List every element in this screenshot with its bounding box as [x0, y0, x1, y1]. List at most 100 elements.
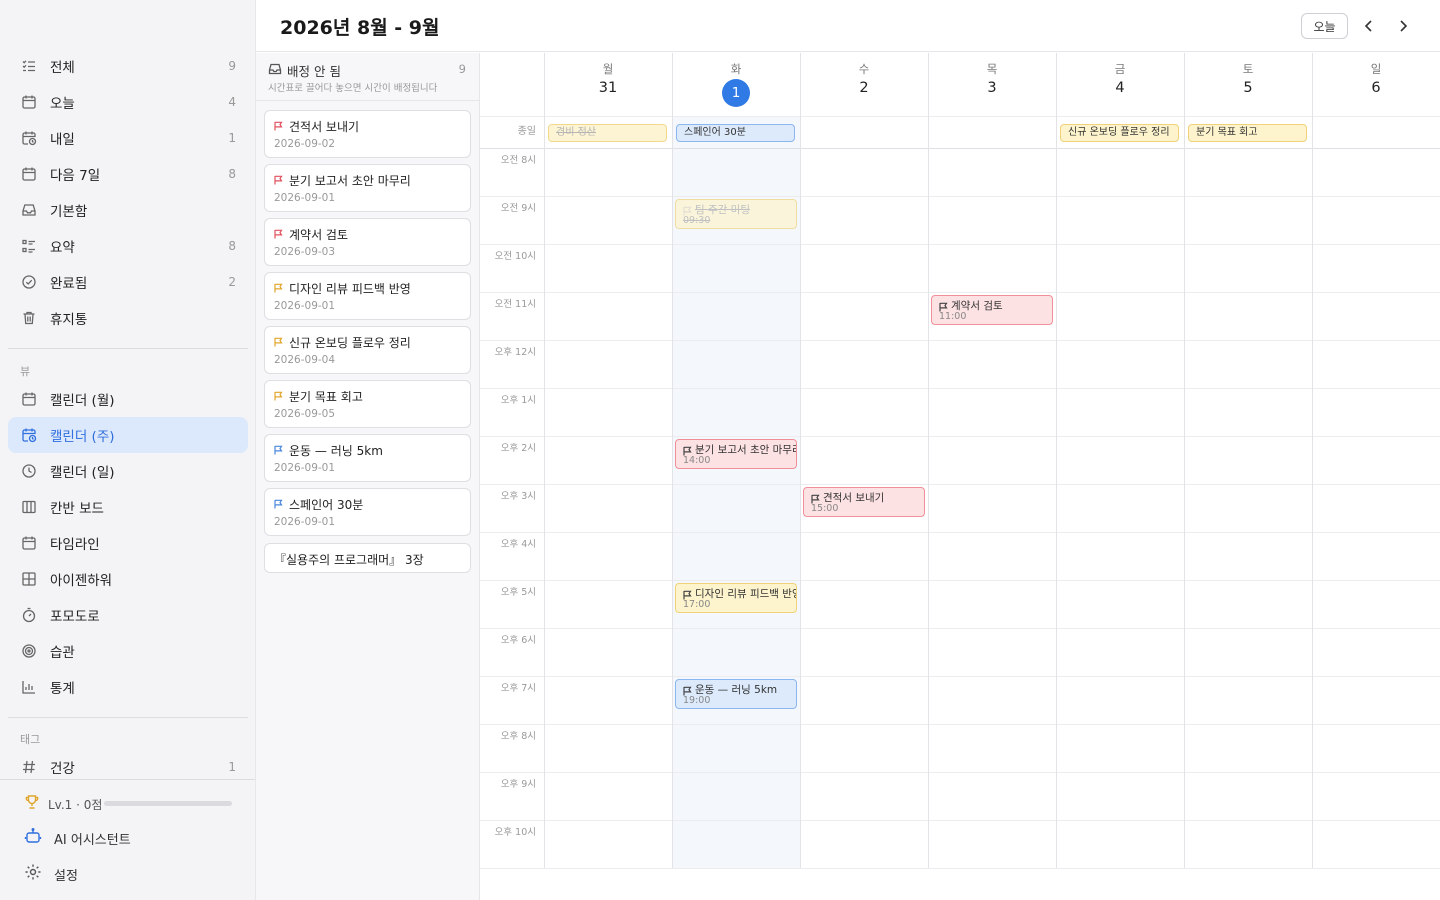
- sidebar-item-inbox[interactable]: 기본함: [8, 192, 248, 228]
- sidebar-item-pomodoro[interactable]: 포모도로: [8, 597, 248, 633]
- prev-week-button[interactable]: [1359, 16, 1379, 36]
- task-due-date: 2026-09-01: [274, 516, 336, 528]
- hour-line: [480, 340, 1440, 341]
- sidebar-item-count: 9: [228, 59, 236, 73]
- unscheduled-task[interactable]: 분기 보고서 초안 마무리 2026-09-01: [264, 164, 471, 212]
- sidebar-item-calendar-month[interactable]: 캘린더 (월): [8, 381, 248, 417]
- unscheduled-hint: 시간표로 끌어다 놓으면 시간이 배정됩니다: [268, 83, 438, 94]
- hour-line: [480, 868, 1440, 869]
- unscheduled-count: 9: [458, 62, 466, 76]
- ai-assistant-button[interactable]: AI 어시스턴트: [24, 826, 131, 850]
- level-label: Lv.1 · 0점: [48, 797, 103, 812]
- sidebar-footer: Lv.1 · 0점 AI 어시스턴트 설정: [0, 779, 255, 900]
- flag-icon: [274, 282, 283, 297]
- sidebar-item-label: 기본함: [50, 204, 88, 220]
- sidebar-item-trash[interactable]: 휴지통: [8, 300, 248, 336]
- day-header[interactable]: 목3: [928, 53, 1056, 116]
- next-week-button[interactable]: [1393, 16, 1413, 36]
- sidebar-item-kanban-board[interactable]: 칸반 보드: [8, 489, 248, 525]
- unscheduled-header: 배정 안 됨 9 시간표로 끌어다 놓으면 시간이 배정됩니다: [256, 53, 479, 101]
- day-number: 31: [598, 80, 618, 96]
- sidebar-item-summary[interactable]: 요약 8: [8, 228, 248, 264]
- task-title: 견적서 보내기: [289, 120, 360, 134]
- sidebar-item-tomorrow[interactable]: 내일 1: [8, 120, 248, 156]
- day-header[interactable]: 금4: [1056, 53, 1184, 116]
- calendar-event[interactable]: 디자인 리뷰 피드백 반영 17:00: [675, 583, 797, 613]
- views-section-label: 뷰: [20, 365, 31, 378]
- sidebar-item-label: 습관: [50, 645, 75, 661]
- day-header[interactable]: 수2: [800, 53, 928, 116]
- sidebar-item-count: 8: [228, 239, 236, 253]
- day-header[interactable]: 화1: [672, 53, 800, 116]
- unscheduled-task[interactable]: 『실용주의 프로그래머』 3장: [264, 543, 471, 573]
- unscheduled-task[interactable]: 분기 목표 회고 2026-09-05: [264, 380, 471, 428]
- day-header[interactable]: 토5: [1184, 53, 1312, 116]
- day-of-week: 토: [1242, 62, 1254, 76]
- calendar-event[interactable]: 견적서 보내기 15:00: [803, 487, 925, 517]
- task-due-date: 2026-09-01: [274, 300, 336, 312]
- unscheduled-task[interactable]: 운동 — 러닝 5km 2026-09-01: [264, 434, 471, 482]
- sidebar-item-label: 칸반 보드: [50, 501, 104, 517]
- settings-button[interactable]: 설정: [24, 862, 78, 886]
- sidebar-item-calendar-week[interactable]: 캘린더 (주): [8, 417, 248, 453]
- hour-line: [480, 580, 1440, 581]
- sidebar-item-label: 다음 7일: [50, 168, 101, 184]
- bar-chart-icon: [20, 678, 38, 696]
- time-label: 오후 6시: [500, 635, 536, 646]
- allday-event[interactable]: 분기 목표 회고: [1188, 124, 1307, 142]
- day-number: 3: [987, 80, 997, 96]
- unscheduled-task[interactable]: 스페인어 30분 2026-09-01: [264, 488, 471, 536]
- unscheduled-task[interactable]: 신규 온보딩 플로우 정리 2026-09-04: [264, 326, 471, 374]
- calendar-event[interactable]: 팀 주간 미팅 09:30: [675, 199, 797, 229]
- hour-line: [480, 724, 1440, 725]
- allday-event[interactable]: 스페인어 30분: [676, 124, 795, 142]
- timer-icon: [20, 606, 38, 624]
- sidebar-item-count: 2: [228, 275, 236, 289]
- sidebar-item-label: 아이젠하워: [50, 573, 113, 589]
- flag-icon: [274, 228, 283, 243]
- hash-icon: [20, 758, 38, 776]
- sidebar-item-calendar-day[interactable]: 캘린더 (일): [8, 453, 248, 489]
- sidebar-item-all[interactable]: 전체 9: [8, 48, 248, 84]
- unscheduled-task[interactable]: 디자인 리뷰 피드백 반영 2026-09-01: [264, 272, 471, 320]
- hour-line: [480, 820, 1440, 821]
- sidebar-item-statistics[interactable]: 통계: [8, 669, 248, 705]
- level-indicator[interactable]: Lv.1 · 0점: [24, 794, 102, 814]
- unscheduled-task[interactable]: 견적서 보내기 2026-09-02: [264, 110, 471, 158]
- time-label: 오전 11시: [494, 299, 536, 310]
- time-label: 오후 3시: [500, 491, 536, 502]
- day-number: 5: [1243, 80, 1253, 96]
- day-header[interactable]: 일6: [1312, 53, 1440, 116]
- calendar-event[interactable]: 계약서 검토 11:00: [931, 295, 1053, 325]
- sidebar-item-next-7-days[interactable]: 다음 7일 8: [8, 156, 248, 192]
- sidebar-item-label: 오늘: [50, 96, 75, 112]
- sidebar-item-label: 통계: [50, 681, 75, 697]
- event-time: 11:00: [939, 311, 967, 322]
- time-label: 오후 9시: [500, 779, 536, 790]
- sidebar-item-count: 8: [228, 167, 236, 181]
- sidebar-item-today[interactable]: 오늘 4: [8, 84, 248, 120]
- allday-event[interactable]: 경비 정산: [548, 124, 667, 142]
- task-title: 『실용주의 프로그래머』 3장: [274, 553, 424, 567]
- day-header[interactable]: 월 31: [544, 53, 672, 116]
- timeline-icon: [20, 534, 38, 552]
- time-label: 오전 10시: [494, 251, 536, 262]
- sidebar-item-count: 4: [228, 95, 236, 109]
- level-progress-bar: [104, 801, 232, 806]
- sidebar-item-habits[interactable]: 습관: [8, 633, 248, 669]
- sidebar-item-eisenhower[interactable]: 아이젠하워: [8, 561, 248, 597]
- unscheduled-task[interactable]: 계약서 검토 2026-09-03: [264, 218, 471, 266]
- event-time: 15:00: [811, 503, 839, 514]
- sidebar-item-label: 포모도로: [50, 609, 100, 625]
- list-check-icon: [20, 57, 38, 75]
- hour-line: [480, 484, 1440, 485]
- allday-event[interactable]: 신규 온보딩 플로우 정리: [1060, 124, 1179, 142]
- sidebar-item-completed[interactable]: 완료됨 2: [8, 264, 248, 300]
- calendar-event[interactable]: 분기 보고서 초안 마무리 14:00: [675, 439, 797, 469]
- sidebar-item-timeline[interactable]: 타임라인: [8, 525, 248, 561]
- day-of-week: 목: [986, 62, 998, 76]
- task-title: 운동 — 러닝 5km: [289, 444, 383, 458]
- calendar-event[interactable]: 운동 — 러닝 5km 19:00: [675, 679, 797, 709]
- today-button[interactable]: 오늘: [1301, 13, 1348, 39]
- summary-icon: [20, 237, 38, 255]
